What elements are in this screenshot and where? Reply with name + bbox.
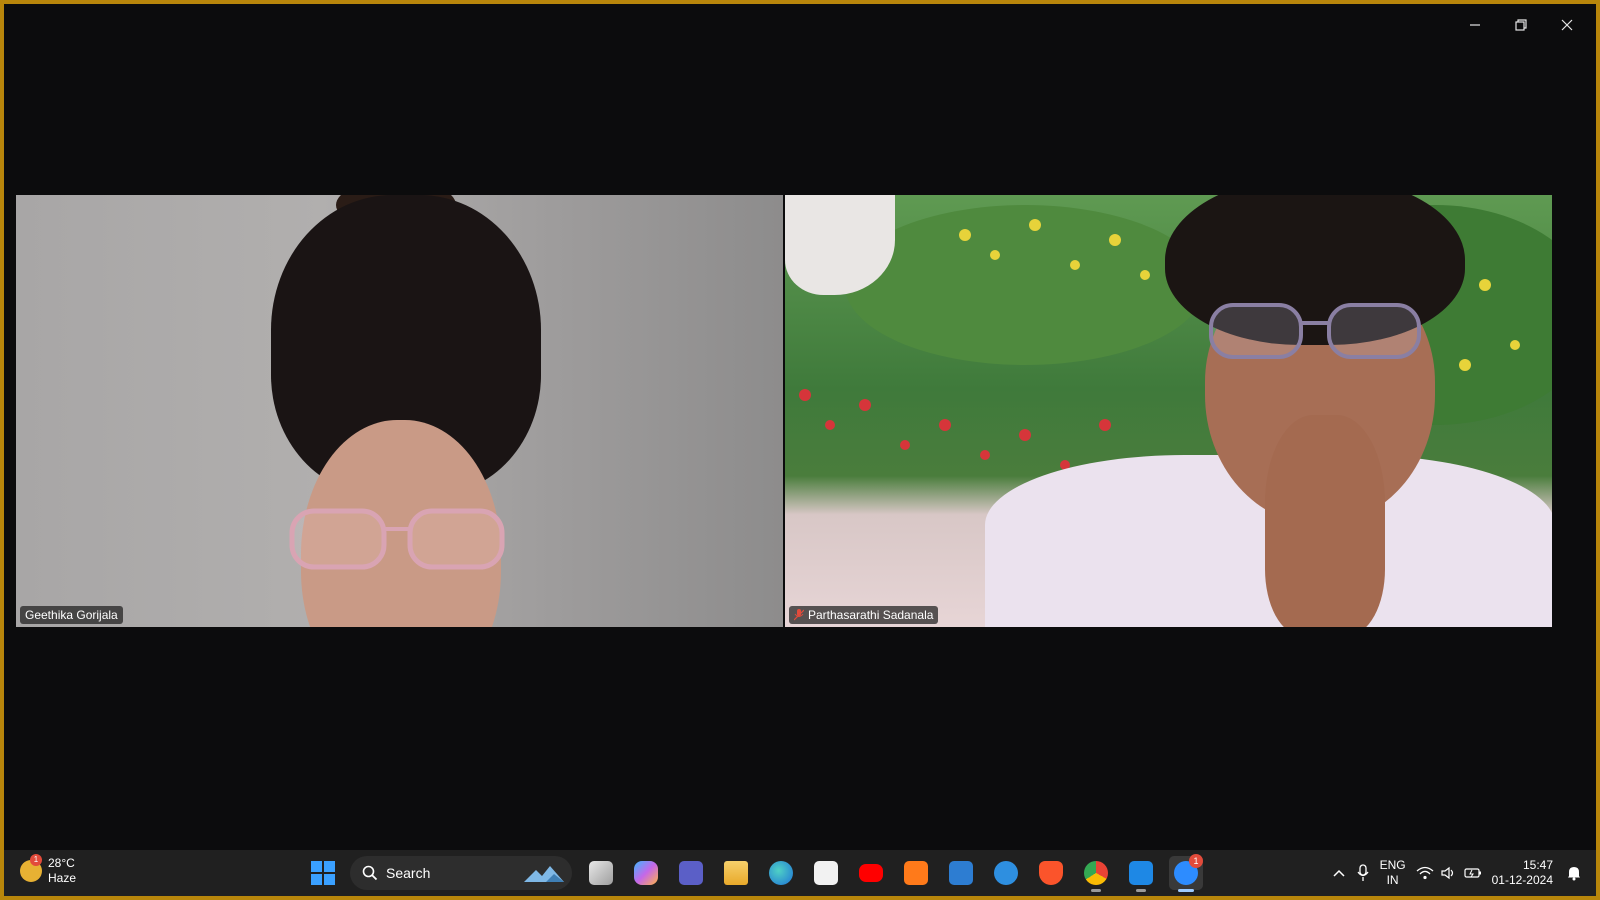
- app-f-icon[interactable]: [899, 856, 933, 890]
- participant-name-tag: Parthasarathi Sadanala: [789, 606, 939, 624]
- weather-temp: 28°C: [48, 856, 75, 870]
- edge-glyph: [769, 861, 793, 885]
- close-icon: [1561, 19, 1573, 31]
- wifi-icon: [1416, 866, 1434, 880]
- chrome-glyph: [1084, 861, 1108, 885]
- zoom-badge: 1: [1189, 854, 1203, 868]
- weather-text: 28°C Haze: [48, 856, 76, 886]
- system-tray: ENG IN 15:47 01-12-2024: [1327, 850, 1596, 896]
- weather-icon: 1: [20, 854, 42, 882]
- language-code: ENG: [1379, 858, 1406, 872]
- notifications[interactable]: [1566, 865, 1582, 881]
- search-icon: [362, 865, 378, 881]
- battery-icon: [1464, 868, 1481, 878]
- help-glyph: [994, 861, 1018, 885]
- glasses-icon: [289, 508, 505, 570]
- close-button[interactable]: [1544, 10, 1590, 40]
- running-indicator: [1091, 889, 1101, 892]
- copilot-glyph: [634, 861, 658, 885]
- participant-name: Parthasarathi Sadanala: [808, 608, 934, 622]
- participant-hand: [1265, 415, 1385, 627]
- mic-muted-icon: [794, 609, 804, 621]
- taskbar-apps: 1: [584, 854, 1203, 892]
- restore-button[interactable]: [1498, 10, 1544, 40]
- weather-condition: Haze: [48, 871, 77, 885]
- volume-icon: [1441, 866, 1453, 880]
- taskbar-search[interactable]: Search: [350, 856, 572, 890]
- microsoft-store-icon[interactable]: [809, 856, 843, 890]
- taskbar: 1 28°C Haze Search 1 ENG IN 15:47 01-12-…: [4, 850, 1596, 896]
- task-view-icon[interactable]: [584, 856, 618, 890]
- folder-glyph: [724, 861, 748, 885]
- minimize-icon: [1470, 24, 1480, 26]
- weather-widget[interactable]: 1 28°C Haze: [20, 854, 76, 886]
- window-controls: [1452, 10, 1590, 40]
- restore-icon: [1515, 19, 1527, 31]
- help-icon[interactable]: [989, 856, 1023, 890]
- participant-name-tag: Geethika Gorijala: [20, 606, 123, 624]
- bell-icon: [1568, 867, 1580, 881]
- remote-desktop-icon[interactable]: [1124, 856, 1158, 892]
- remote-desktop-glyph: [1129, 861, 1153, 885]
- chrome-icon[interactable]: [1079, 856, 1113, 892]
- edge-icon[interactable]: [764, 856, 798, 890]
- file-explorer-icon[interactable]: [719, 856, 753, 890]
- running-indicator: [1178, 889, 1194, 892]
- myjio-glyph: [949, 861, 973, 885]
- teams-icon[interactable]: [674, 856, 708, 890]
- time: 15:47: [1522, 858, 1553, 872]
- copilot-icon[interactable]: [629, 856, 663, 890]
- microphone-status[interactable]: [1356, 864, 1370, 882]
- task-view-glyph: [589, 861, 613, 885]
- minimize-button[interactable]: [1452, 10, 1498, 40]
- myjio-icon[interactable]: [944, 856, 978, 890]
- brave-icon[interactable]: [1034, 856, 1068, 890]
- zoom-icon[interactable]: 1: [1169, 854, 1203, 892]
- network-volume-battery[interactable]: [1416, 866, 1482, 880]
- region-code: IN: [1386, 873, 1399, 887]
- glasses-icon: [1209, 303, 1421, 359]
- windows-start-icon[interactable]: [310, 860, 336, 886]
- video-tile-parthasarathi[interactable]: Parthasarathi Sadanala: [785, 195, 1552, 627]
- f-glyph: [904, 861, 928, 885]
- search-label: Search: [386, 865, 431, 881]
- chevron-up-icon: [1333, 869, 1345, 877]
- date: 01-12-2024: [1491, 873, 1553, 887]
- clock[interactable]: 15:47 01-12-2024: [1492, 858, 1553, 888]
- weather-badge: 1: [30, 854, 42, 866]
- youtube-glyph: [859, 864, 883, 882]
- search-highlight-icon: [524, 866, 564, 882]
- brave-glyph: [1039, 861, 1063, 885]
- video-tile-geethika[interactable]: Geethika Gorijala: [16, 195, 783, 627]
- show-hidden-icons[interactable]: [1332, 868, 1346, 878]
- youtube-icon[interactable]: [854, 856, 888, 890]
- teams-glyph: [679, 861, 703, 885]
- participant-name: Geethika Gorijala: [25, 608, 118, 622]
- store-glyph: [814, 861, 838, 885]
- input-language[interactable]: ENG IN: [1380, 858, 1406, 888]
- running-indicator: [1136, 889, 1146, 892]
- microphone-icon: [1357, 864, 1369, 881]
